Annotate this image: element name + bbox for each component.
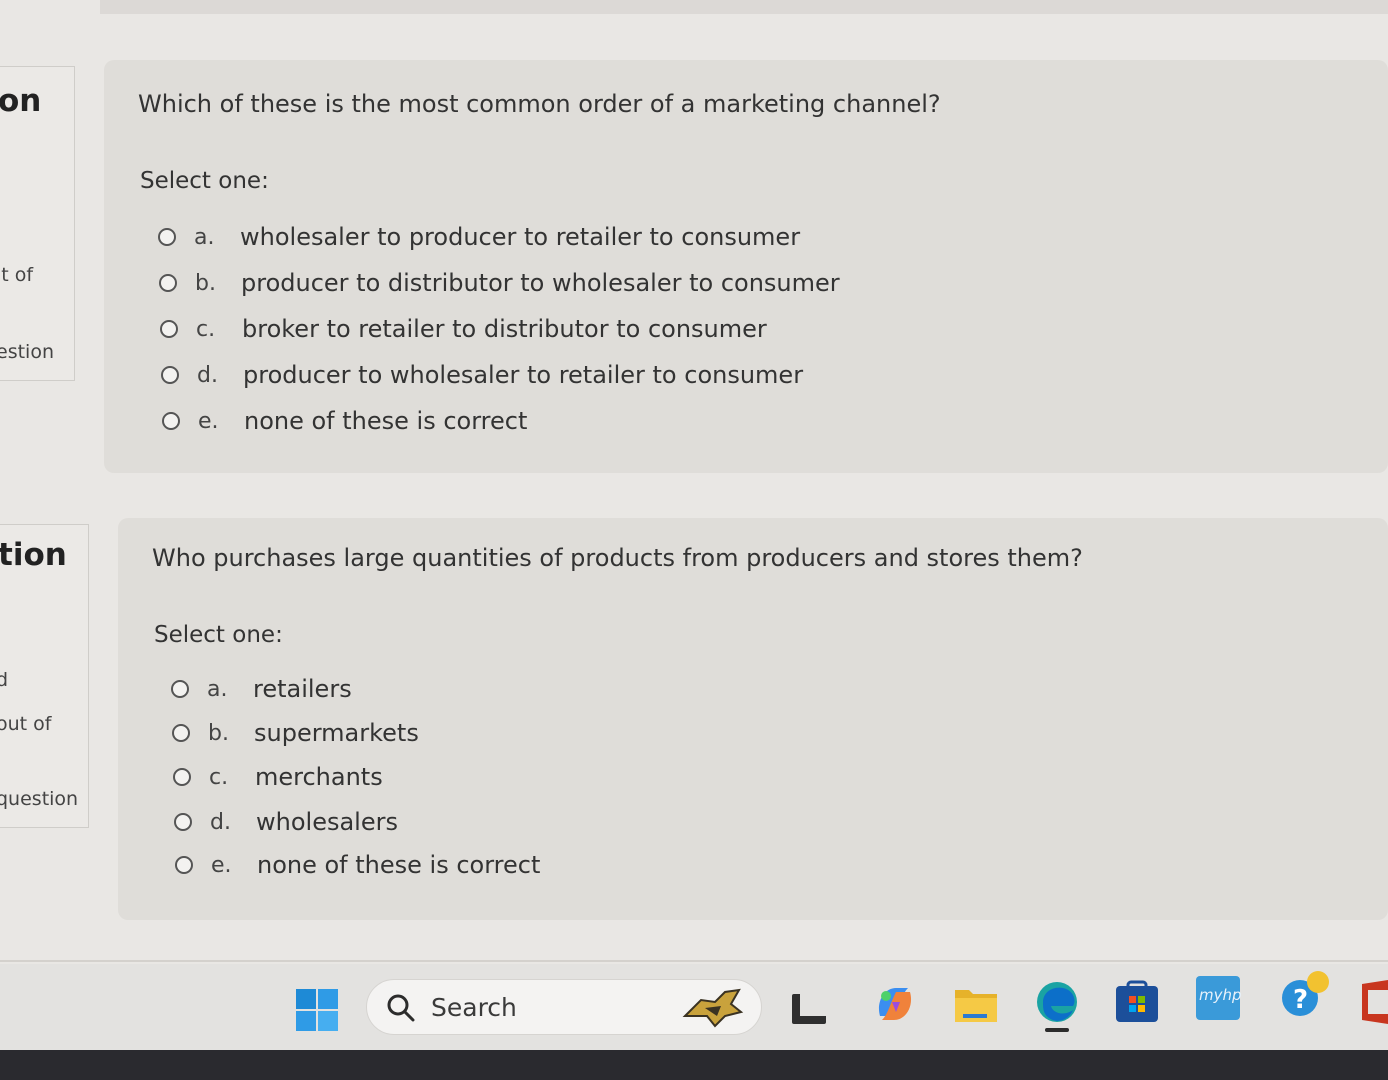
radio-button[interactable] xyxy=(159,274,177,292)
myhp-label: myhp xyxy=(1199,986,1242,1004)
question-panel: Which of these is the most common order … xyxy=(104,60,1388,473)
option-text: producer to distributor to wholesaler to… xyxy=(241,269,840,297)
option-letter: c. xyxy=(196,316,216,342)
answer-option-e[interactable]: e. none of these is correct xyxy=(175,848,540,882)
status-text: d xyxy=(0,669,9,691)
radio-button[interactable] xyxy=(173,768,191,786)
svg-text:?: ? xyxy=(1293,985,1308,1015)
taskbar-search-box[interactable]: Search xyxy=(366,979,762,1035)
screen-bezel xyxy=(0,1050,1388,1080)
radio-button[interactable] xyxy=(174,813,192,831)
answer-option-a[interactable]: a. wholesaler to producer to retailer to… xyxy=(158,220,800,254)
option-letter: a. xyxy=(207,676,228,702)
radio-button[interactable] xyxy=(160,320,178,338)
answer-option-c[interactable]: c. broker to retailer to distributor to … xyxy=(160,312,767,346)
select-one-label: Select one: xyxy=(140,168,269,194)
option-text: retailers xyxy=(253,675,352,703)
flag-question-text[interactable]: question xyxy=(0,788,78,810)
question-text: Who purchases large quantities of produc… xyxy=(152,544,1083,572)
flag-question-text[interactable]: estion xyxy=(0,341,54,363)
answer-option-d[interactable]: d. producer to wholesaler to retailer to… xyxy=(161,358,803,392)
option-text: wholesalers xyxy=(256,808,398,836)
answer-option-a[interactable]: a. retailers xyxy=(171,672,352,706)
option-text: none of these is correct xyxy=(244,407,528,435)
answer-option-b[interactable]: b. producer to distributor to wholesaler… xyxy=(159,266,840,300)
marks-text: out of xyxy=(0,713,52,735)
answer-option-b[interactable]: b. supermarkets xyxy=(172,716,419,750)
search-highlight-icon xyxy=(681,986,745,1032)
myhp-icon[interactable]: myhp xyxy=(1196,976,1242,1020)
option-letter: e. xyxy=(198,408,219,434)
edge-icon[interactable] xyxy=(1033,978,1081,1038)
question-panel: Who purchases large quantities of produc… xyxy=(118,518,1388,920)
answer-option-d[interactable]: d. wholesalers xyxy=(174,805,398,839)
option-text: supermarkets xyxy=(254,719,419,747)
radio-button[interactable] xyxy=(175,856,193,874)
option-letter: b. xyxy=(195,270,216,296)
marks-text: it of xyxy=(0,264,34,286)
page-bottom-divider xyxy=(0,960,1388,962)
search-icon xyxy=(385,992,417,1028)
option-text: producer to wholesaler to retailer to co… xyxy=(243,361,804,389)
question-heading: tion xyxy=(0,537,67,573)
option-letter: d. xyxy=(210,809,231,835)
taskbar: Search myhp ? xyxy=(0,964,1388,1050)
option-text: none of these is correct xyxy=(257,851,541,879)
option-letter: a. xyxy=(194,224,215,250)
select-one-label: Select one: xyxy=(154,622,283,648)
answer-option-e[interactable]: e. none of these is correct xyxy=(162,404,527,438)
radio-button[interactable] xyxy=(158,228,176,246)
microsoft-store-icon[interactable] xyxy=(1114,980,1160,1028)
option-text: broker to retailer to distributor to con… xyxy=(242,315,767,343)
start-icon[interactable] xyxy=(295,988,339,1036)
office-app-icon[interactable] xyxy=(1358,978,1388,1030)
option-text: wholesaler to producer to retailer to co… xyxy=(240,223,801,251)
help-icon[interactable]: ? xyxy=(1278,966,1334,1024)
file-explorer-icon[interactable] xyxy=(953,984,999,1028)
question-info-card: tion d out of question xyxy=(0,524,89,828)
option-letter: c. xyxy=(209,764,229,790)
radio-button[interactable] xyxy=(162,412,180,430)
option-letter: d. xyxy=(197,362,218,388)
question-text: Which of these is the most common order … xyxy=(138,90,941,118)
copilot-icon[interactable] xyxy=(872,982,918,1030)
radio-button[interactable] xyxy=(171,680,189,698)
option-letter: b. xyxy=(208,720,229,746)
option-text: merchants xyxy=(255,763,383,791)
answer-option-c[interactable]: c. merchants xyxy=(173,760,383,794)
radio-button[interactable] xyxy=(172,724,190,742)
radio-button[interactable] xyxy=(161,366,179,384)
top-band xyxy=(100,0,1388,14)
widget-app-icon[interactable] xyxy=(790,988,828,1030)
search-label: Search xyxy=(431,993,517,1022)
question-heading: on xyxy=(0,83,42,119)
question-info-card: on it of estion xyxy=(0,66,75,381)
option-letter: e. xyxy=(211,852,232,878)
